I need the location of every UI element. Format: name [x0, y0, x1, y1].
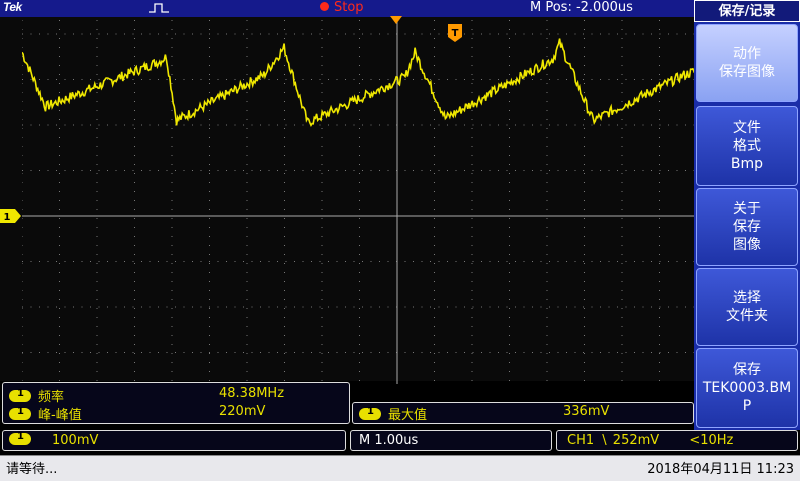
status-bar: 100mV M 1.00us CH1 \ 252mV <10Hz: [0, 430, 800, 452]
frequency-value: 48.38MHz: [219, 386, 285, 401]
ch1-chip-icon: [9, 431, 31, 445]
trigger-box[interactable]: CH1 \ 252mV <10Hz: [556, 430, 798, 451]
max-value: 336mV: [563, 404, 610, 419]
pkpk-label: 峰-峰值: [38, 408, 82, 423]
svg-text:1: 1: [4, 212, 11, 223]
ch1-scale: 100mV: [52, 433, 99, 448]
pkpk-value: 220mV: [219, 404, 266, 419]
date-time: 2018年04月11日 11:23: [647, 462, 794, 477]
timebase-box[interactable]: M 1.00us: [350, 430, 552, 451]
message-bar: 请等待... 2018年04月11日 11:23: [0, 455, 800, 481]
horizontal-position: M Pos: -2.000us: [530, 0, 633, 15]
pulse-trigger-icon: [149, 3, 169, 13]
ch1-chip-icon: [9, 388, 31, 402]
max-label: 最大值: [388, 408, 428, 423]
select-folder-button[interactable]: 选择 文件夹: [696, 268, 798, 346]
ch1-scale-box[interactable]: 100mV: [2, 430, 346, 451]
timebase: M 1.00us: [359, 433, 419, 448]
svg-text:T: T: [452, 28, 459, 39]
trigger-slope-icon: \: [602, 433, 607, 448]
menu-button-line: 保存图像: [719, 64, 775, 80]
measurement-maximum-row: 最大值 336mV: [359, 404, 689, 423]
menu-button-line: P: [742, 398, 752, 414]
file-format-button[interactable]: 文件格式 Bmp: [696, 106, 798, 186]
measurement-peak-to-peak: 峰-峰值 220mV: [9, 404, 265, 423]
menu-button-line: TEK0003.BM: [702, 380, 792, 396]
frequency-label: 频率: [38, 390, 65, 405]
trigger-channel: CH1: [567, 433, 595, 448]
trigger-t-icon: T: [448, 24, 462, 42]
side-menu: 保存/记录 动作 保存图像 文件 格式 Bmp 关于 保存 图像 选择 文件夹 保存 TEK0…: [694, 0, 800, 430]
measurement-frequency: 频率 48.38MHz: [9, 386, 284, 405]
measurement-maximum: 最大值 336mV: [352, 402, 694, 424]
menu-button-line: 选择: [733, 290, 761, 306]
menu-button-line: 文件: [733, 120, 761, 136]
graticule: [22, 20, 694, 384]
ch1-waveform: [22, 38, 694, 128]
stop-dot-icon: [320, 2, 329, 11]
trigger-position-marker: [390, 16, 402, 24]
menu-button-line: 动作: [733, 46, 761, 62]
menu-button-line: 保存: [733, 219, 761, 235]
about-save-image-button[interactable]: 关于 保存 图像: [696, 188, 798, 266]
menu-button-line: 文件夹: [726, 308, 768, 324]
measurement-panel: 频率 48.38MHz 峰-峰值 220mV: [2, 382, 350, 424]
ch1-chip-icon: [9, 406, 31, 420]
menu-button-line: 保存: [733, 362, 761, 378]
run-state-label: Stop: [334, 0, 364, 15]
brand-logo: Tek: [3, 0, 22, 14]
ch1-ground-marker[interactable]: 1: [0, 209, 22, 223]
trigger-level: 252mV: [612, 433, 660, 448]
menu-button-line: Bmp: [730, 156, 764, 172]
status-message: 请等待...: [6, 462, 58, 477]
menu-button-line: 图像: [733, 237, 761, 253]
status-header: Tek Stop M Pos: -2.000us: [0, 0, 694, 17]
action-save-image-button[interactable]: 动作 保存图像: [696, 24, 798, 102]
run-state: Stop: [320, 0, 364, 16]
ch1-chip-icon: [359, 406, 381, 420]
menu-button-line: 关于: [733, 201, 761, 217]
menu-button-line: 格式: [733, 138, 761, 154]
menu-title: 保存/记录: [694, 0, 800, 22]
trigger-frequency: <10Hz: [689, 433, 734, 448]
save-file-button[interactable]: 保存 TEK0003.BM P: [696, 348, 798, 428]
